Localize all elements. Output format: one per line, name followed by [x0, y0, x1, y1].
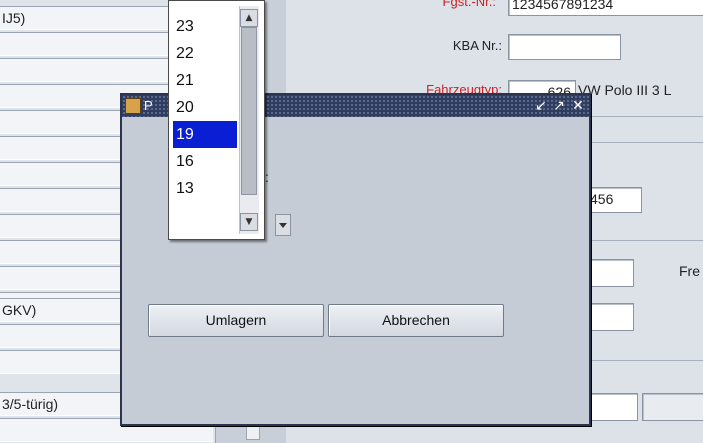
scroll-down-button[interactable]: ▼: [240, 213, 258, 231]
list-item[interactable]: 21: [173, 67, 237, 94]
field-right-4[interactable]: [642, 393, 703, 421]
row-checkbox[interactable]: [246, 426, 260, 440]
chevron-down-icon: [279, 223, 287, 228]
field-right-2[interactable]: [586, 303, 634, 331]
fre-label: Fre: [679, 263, 700, 279]
field-label-colon: :: [265, 169, 269, 185]
list-item-selected[interactable]: 19: [173, 121, 237, 148]
kba-number-field[interactable]: [508, 34, 621, 60]
number-field[interactable]: 456: [586, 187, 642, 213]
umlagern-button[interactable]: Umlagern: [148, 304, 324, 337]
field-right-3[interactable]: [586, 393, 638, 421]
combo-dropdown-button[interactable]: [275, 214, 291, 236]
scroll-up-button[interactable]: ▲: [240, 9, 258, 27]
vehicle-type-name: VW Polo III 3 L: [578, 82, 672, 98]
list-item[interactable]: 20: [173, 94, 237, 121]
app-icon: [125, 98, 141, 114]
reg-number-field[interactable]: 1234567891234: [508, 0, 703, 16]
list-item[interactable]: 23: [173, 13, 237, 40]
minimize-icon[interactable]: ↙: [533, 97, 549, 115]
dropdown-list[interactable]: 23 22 21 20 19 16 13 ▲ ▼: [168, 0, 265, 240]
reg-number-label: Fgst.-Nr.:: [442, 0, 496, 9]
list-item[interactable]: 22: [173, 40, 237, 67]
list-item[interactable]: 16: [173, 148, 237, 175]
maximize-icon[interactable]: ↗: [551, 97, 567, 115]
dialog-title: P: [144, 98, 153, 113]
kba-number-label: KBA Nr.:: [452, 38, 502, 53]
close-icon[interactable]: ✕: [570, 97, 586, 115]
cancel-button[interactable]: Abbrechen: [328, 304, 504, 337]
list-item[interactable]: 13: [173, 175, 237, 202]
field-right-1[interactable]: [586, 259, 634, 287]
scrollbar-thumb[interactable]: [241, 27, 257, 195]
